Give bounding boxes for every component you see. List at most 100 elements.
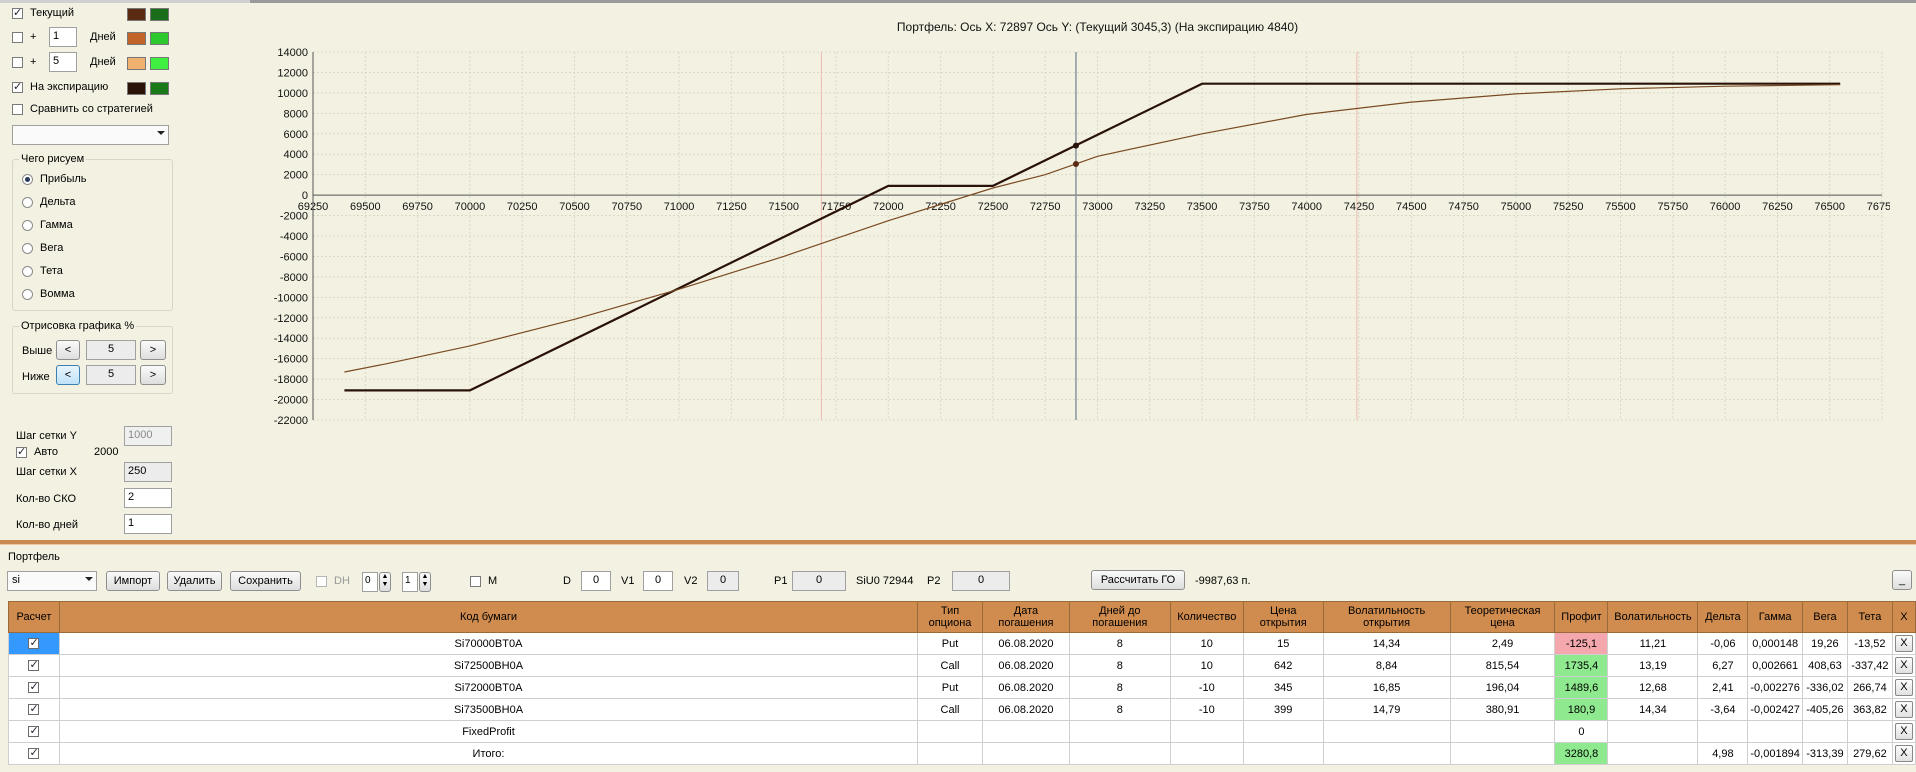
calc-cell[interactable]	[8, 698, 60, 721]
cell-date[interactable]: 06.08.2020	[981, 698, 1070, 721]
table-row[interactable]: Si72500BH0ACall06.08.20208106428,84815,5…	[8, 654, 1916, 677]
cell-type[interactable]	[917, 720, 983, 743]
cell-delta[interactable]: -3,64	[1697, 698, 1749, 721]
cell-code[interactable]: FixedProfit	[58, 720, 919, 743]
column-header[interactable]: Расчет	[8, 601, 60, 633]
column-header[interactable]: Количество	[1169, 601, 1244, 633]
days-count-input[interactable]: 1	[124, 514, 172, 534]
plus1-checkbox[interactable]	[12, 32, 23, 43]
p1-input[interactable]: 0	[792, 571, 846, 591]
cell-vol_open[interactable]	[1322, 742, 1451, 765]
cell-gamma[interactable]: -0,002427	[1747, 698, 1803, 721]
delete-button[interactable]: Удалить	[167, 571, 222, 591]
cell-profit[interactable]: 1489,6	[1554, 676, 1609, 699]
column-header[interactable]: Теоретическая цена	[1449, 601, 1556, 633]
current-checkbox[interactable]	[12, 6, 23, 19]
cell-vega[interactable]: -405,26	[1801, 698, 1848, 721]
column-header[interactable]: Цена открытия	[1242, 601, 1324, 633]
expiry-loss-color-swatch[interactable]	[127, 82, 146, 95]
strategy-combo[interactable]	[12, 125, 169, 145]
column-header[interactable]: Дельта	[1697, 601, 1749, 633]
cell-vol[interactable]: 12,68	[1607, 676, 1699, 699]
calc-cell[interactable]	[8, 676, 60, 699]
cell-price[interactable]: 399	[1242, 698, 1324, 721]
cell-gamma[interactable]: -0,002276	[1747, 676, 1803, 699]
plus1-profit-color-swatch[interactable]	[150, 32, 169, 45]
cell-date[interactable]	[981, 720, 1070, 743]
dh-spin2[interactable]: ▲ ▼	[419, 572, 431, 592]
plus5-days-input[interactable]: 5	[49, 52, 77, 72]
cell-theor[interactable]: 2,49	[1449, 632, 1556, 655]
calc-cell[interactable]	[8, 742, 60, 765]
cell-gamma[interactable]: 0,000148	[1747, 632, 1803, 655]
import-button[interactable]: Импорт	[106, 571, 160, 591]
cell-code[interactable]: Итого:	[58, 742, 919, 765]
cell-qty[interactable]: 10	[1169, 654, 1244, 677]
cell-days[interactable]: 8	[1068, 698, 1171, 721]
calc-cell[interactable]	[8, 632, 60, 655]
cell-type[interactable]: Put	[917, 632, 983, 655]
cell-delta[interactable]: 2,41	[1697, 676, 1749, 699]
column-header[interactable]: Тип опциона	[917, 601, 983, 633]
cell-gamma[interactable]: -0,001894	[1747, 742, 1803, 765]
grid-y-input[interactable]: 1000	[124, 426, 172, 446]
plus5-profit-color-swatch[interactable]	[150, 57, 169, 70]
dh-value2[interactable]: 1	[402, 572, 418, 592]
auto-checkbox[interactable]	[16, 445, 27, 458]
cell-qty[interactable]	[1169, 742, 1244, 765]
column-header[interactable]: Код бумаги	[58, 601, 919, 633]
delete-row-button[interactable]: X	[1894, 745, 1913, 762]
dh-spin1[interactable]: ▲ ▼	[379, 572, 391, 592]
cell-days[interactable]: 8	[1068, 676, 1171, 699]
more-button[interactable]: _	[1892, 570, 1912, 590]
column-header[interactable]: Дата погашения	[981, 601, 1070, 633]
cell-date[interactable]: 06.08.2020	[981, 632, 1070, 655]
cell-delta[interactable]: 6,27	[1697, 654, 1749, 677]
above-decrease-button[interactable]: <	[56, 340, 80, 360]
cell-vega[interactable]: 19,26	[1801, 632, 1848, 655]
cell-vol[interactable]	[1607, 720, 1699, 743]
cell-theor[interactable]	[1449, 742, 1556, 765]
column-header[interactable]: Волатильность	[1607, 601, 1699, 633]
calculate-go-button[interactable]: Рассчитать ГО	[1091, 570, 1185, 590]
cell-vega[interactable]: -336,02	[1801, 676, 1848, 699]
row-checkbox[interactable]	[28, 702, 40, 716]
delete-row-button[interactable]: X	[1894, 657, 1913, 674]
radio-gamma[interactable]	[22, 220, 33, 231]
cell-price[interactable]: 15	[1242, 632, 1324, 655]
radio-delta[interactable]	[22, 197, 33, 208]
row-checkbox[interactable]	[28, 636, 40, 650]
cell-profit[interactable]: 0	[1554, 720, 1609, 743]
above-increase-button[interactable]: >	[140, 340, 166, 360]
cell-type[interactable]: Call	[917, 698, 983, 721]
column-header[interactable]: Гамма	[1747, 601, 1803, 633]
cell-theta[interactable]: 363,82	[1846, 698, 1893, 721]
cell-vol_open[interactable]: 14,34	[1322, 632, 1451, 655]
expiry-checkbox[interactable]	[12, 80, 23, 93]
column-header[interactable]: X	[1891, 601, 1916, 633]
expiry-profit-color-swatch[interactable]	[150, 82, 169, 95]
row-checkbox[interactable]	[28, 658, 40, 672]
cell-profit[interactable]: 1735,4	[1554, 654, 1609, 677]
row-checkbox[interactable]	[28, 724, 40, 738]
cell-delta[interactable]	[1697, 720, 1749, 743]
plus5-loss-color-swatch[interactable]	[127, 57, 146, 70]
cell-profit[interactable]: -125,1	[1554, 632, 1609, 655]
cell-theta[interactable]: -337,42	[1846, 654, 1893, 677]
cell-profit[interactable]: 180,9	[1554, 698, 1609, 721]
table-row[interactable]: Si72000BT0APut06.08.20208-1034516,85196,…	[8, 676, 1916, 699]
plus1-days-input[interactable]: 1	[49, 27, 77, 47]
cell-theta[interactable]: 279,62	[1846, 742, 1893, 765]
compare-checkbox[interactable]	[12, 104, 23, 115]
cell-vol_open[interactable]: 14,79	[1322, 698, 1451, 721]
save-button[interactable]: Сохранить	[230, 571, 301, 591]
below-decrease-button[interactable]: <	[56, 365, 80, 385]
cell-theta[interactable]	[1846, 720, 1893, 743]
current-profit-color-swatch[interactable]	[150, 8, 169, 21]
cell-date[interactable]: 06.08.2020	[981, 676, 1070, 699]
cell-vol[interactable]: 11,21	[1607, 632, 1699, 655]
cell-price[interactable]	[1242, 720, 1324, 743]
cell-type[interactable]: Call	[917, 654, 983, 677]
d-input[interactable]: 0	[581, 571, 611, 591]
grid-x-input[interactable]: 250	[124, 462, 172, 482]
